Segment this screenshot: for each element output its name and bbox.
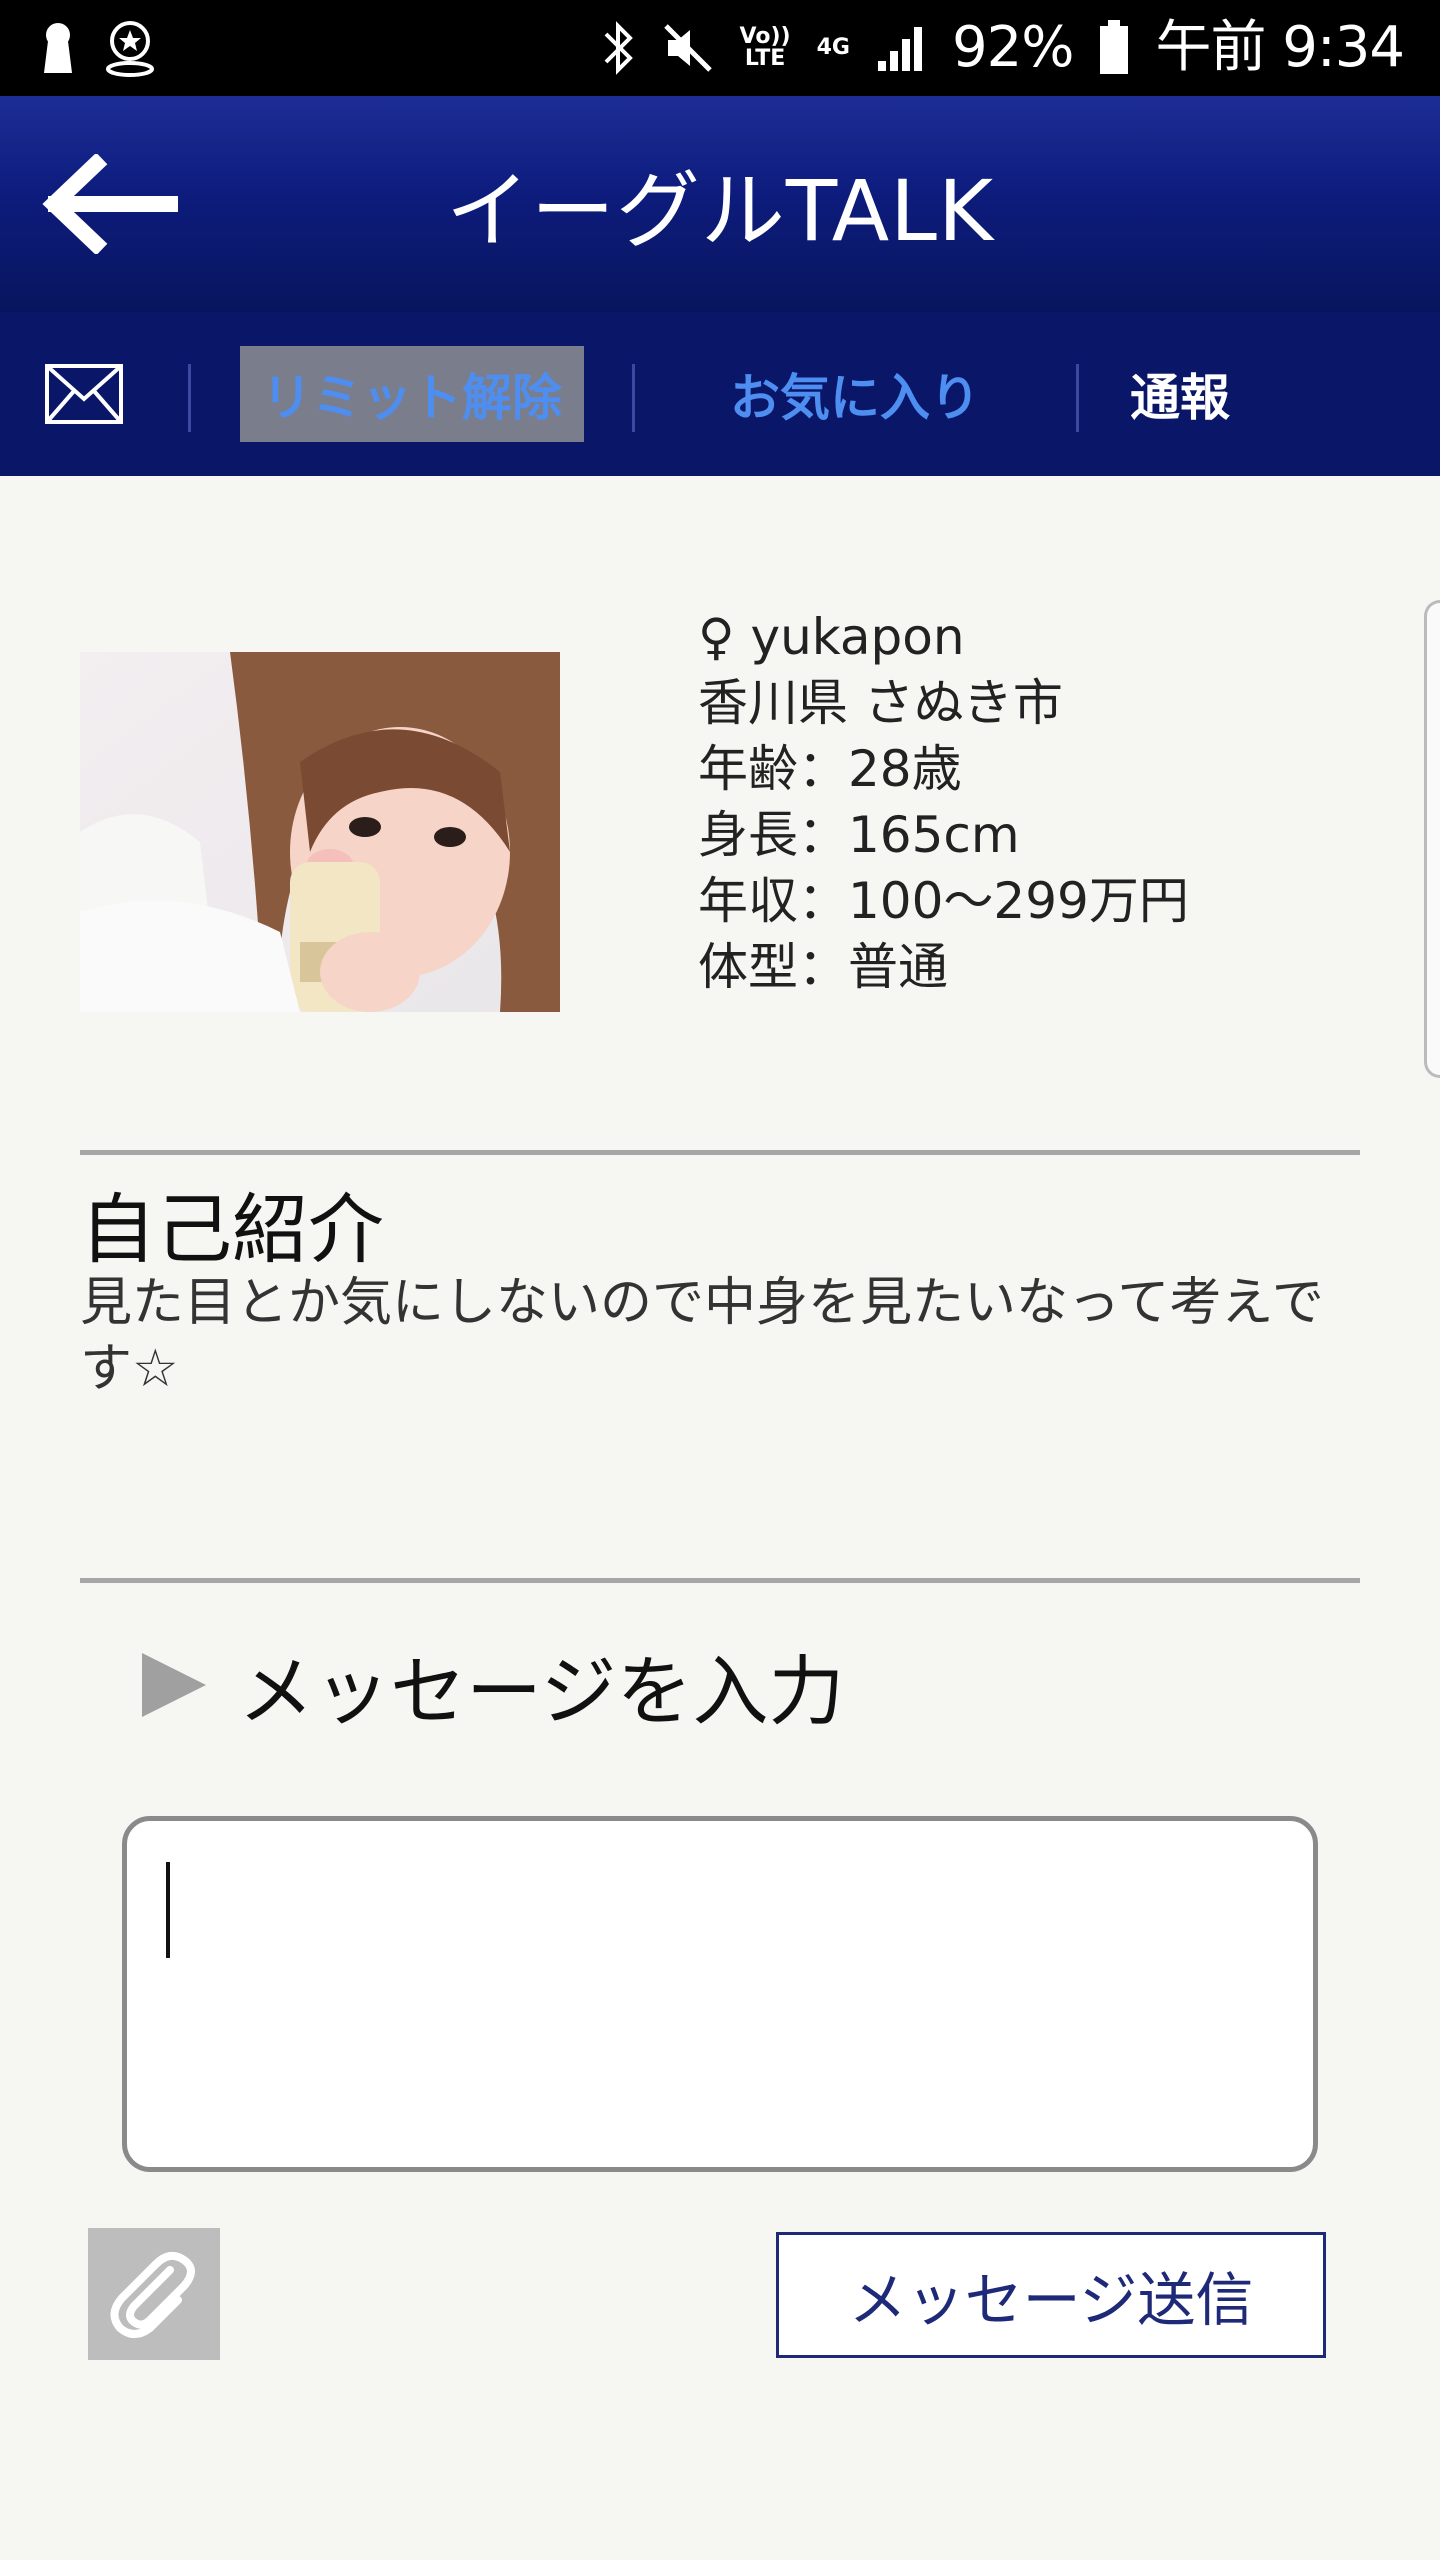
limit-release-button[interactable]: リミット解除 <box>240 346 584 442</box>
signal-icon <box>876 23 926 73</box>
status-bar: Vo)) LTE 4G 92% 午前 9:34 <box>0 0 1440 96</box>
mail-button[interactable] <box>42 360 126 428</box>
attach-button[interactable] <box>88 2228 220 2360</box>
side-drawer-handle[interactable] <box>1424 600 1440 1078</box>
message-heading: メッセージを入力 <box>138 1630 844 1740</box>
back-arrow-icon <box>42 154 178 254</box>
volte-icon: Vo)) LTE <box>739 24 791 71</box>
report-button[interactable]: 通報 <box>1110 346 1250 442</box>
mute-icon <box>662 22 714 74</box>
paperclip-icon <box>110 2251 195 2338</box>
toolbar-divider <box>632 364 635 432</box>
toolbar-divider <box>1076 364 1079 432</box>
app-title: イーグルTALK <box>445 161 995 260</box>
profile-location: 香川県 さぬき市 <box>698 674 1063 732</box>
battery-icon <box>1099 20 1129 76</box>
clock: 午前 9:34 <box>1155 15 1405 80</box>
location-star-icon <box>104 19 156 77</box>
keyhole-icon <box>40 21 76 75</box>
network-type-icon: 4G <box>816 35 850 60</box>
play-triangle-icon <box>142 1653 206 1717</box>
status-right: Vo)) LTE 4G 92% 午前 9:34 <box>602 15 1405 80</box>
profile-name: ♀ yukapon <box>698 608 965 666</box>
message-heading-text: メッセージを入力 <box>238 1647 845 1736</box>
intro-text: 見た目とか気にしないので中身を見たいなって考えです☆ <box>80 1273 1324 1399</box>
profile-income: 年収：100〜299万円 <box>698 872 1189 930</box>
profile-age: 年齢：28歳 <box>698 740 962 798</box>
profile-info: ♀ yukapon 香川県 さぬき市 年齢：28歳 身長：165cm 年収：10… <box>698 604 1338 1000</box>
section-divider <box>80 1150 1360 1155</box>
envelope-icon <box>45 364 123 424</box>
toolbar-divider <box>188 364 191 432</box>
message-input[interactable] <box>122 1816 1318 2172</box>
profile-photo[interactable] <box>80 652 560 1012</box>
profile-toolbar: リミット解除 お気に入り 通報 <box>0 312 1440 476</box>
back-button[interactable] <box>36 150 180 258</box>
bluetooth-icon <box>602 20 636 76</box>
profile-body-type: 体型：普通 <box>698 938 948 996</box>
intro-title: 自己紹介 <box>80 1185 384 1274</box>
battery-percent: 92% <box>951 15 1074 80</box>
favorite-button[interactable]: お気に入り <box>700 346 1010 442</box>
status-left <box>40 19 156 77</box>
app-header: イーグルTALK <box>0 96 1440 312</box>
text-caret <box>166 1862 170 1958</box>
send-message-button[interactable]: メッセージ送信 <box>776 2232 1326 2358</box>
section-divider <box>80 1578 1360 1583</box>
profile-height: 身長：165cm <box>698 806 1020 864</box>
